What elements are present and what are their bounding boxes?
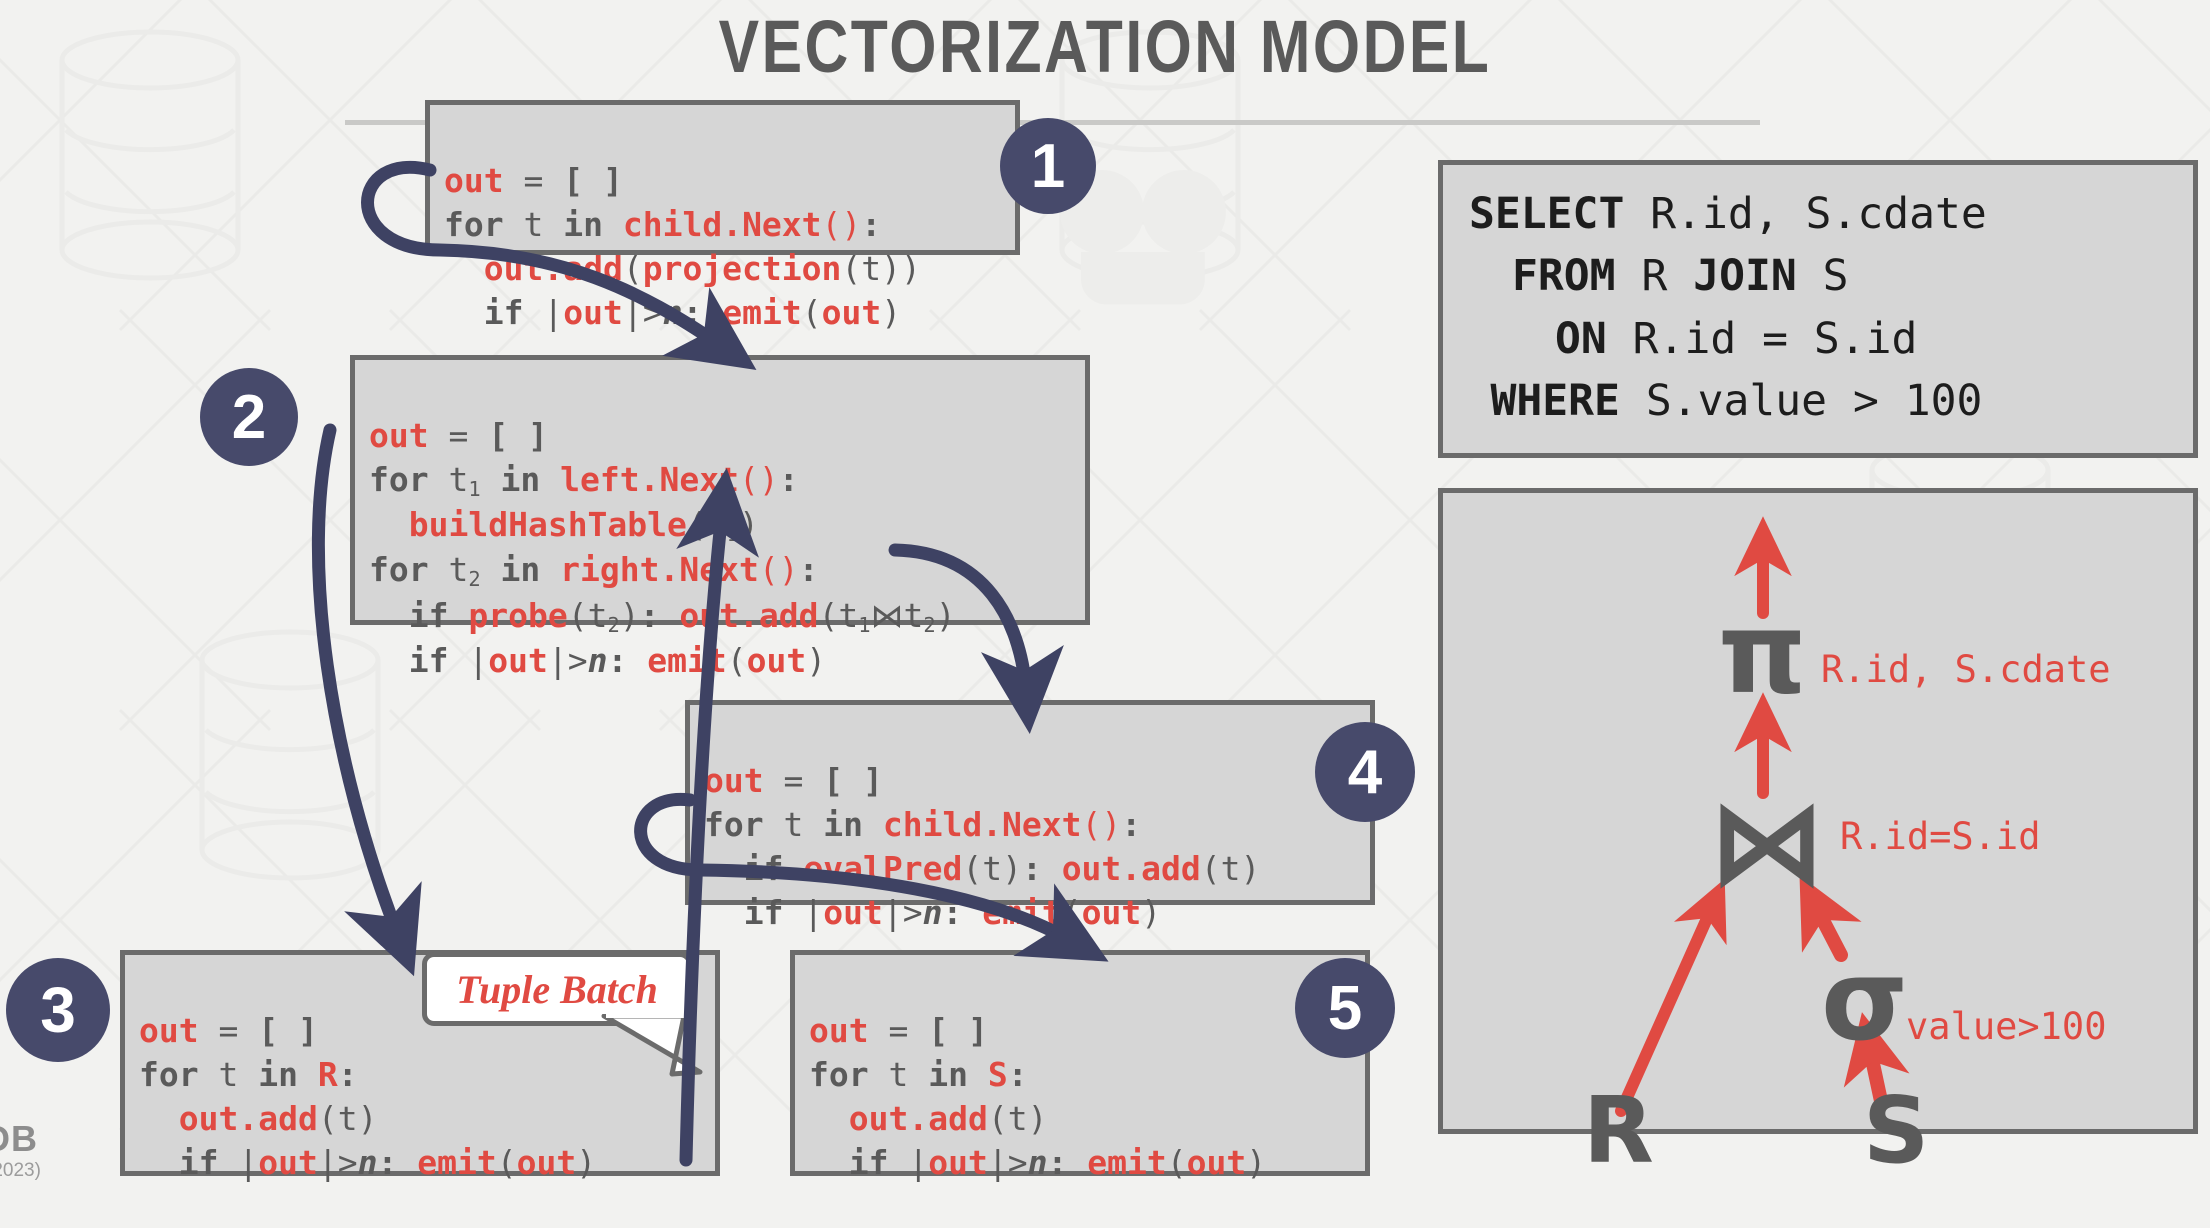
- join-operator-symbol: ⋈: [1708, 773, 1826, 911]
- sql-query-panel: SELECT R.id, S.cdate FROM R JOIN S ON R.…: [1438, 160, 2198, 458]
- tuple-batch-callout-tail: [601, 1014, 703, 1077]
- step-badge-1[interactable]: 1: [1000, 118, 1096, 214]
- code-block-filter: out = [ ] for t in child.Next(): if eval…: [685, 700, 1375, 932]
- logo-subtext: (2023): [0, 1160, 41, 1181]
- sql-line-where: WHERE S.value > 100: [1490, 376, 1983, 427]
- logo-text: DB: [0, 1118, 38, 1159]
- code-block-projection: out = [ ] for t in child.Next(): out.add…: [425, 100, 1020, 332]
- page-title: VECTORIZATION MODEL: [718, 5, 1492, 88]
- projection-operator-label: R.id, S.cdate: [1821, 648, 2111, 691]
- sql-line-select: SELECT R.id, S.cdate: [1469, 189, 1987, 239]
- sql-line-on: ON R.id = S.id: [1555, 313, 1918, 364]
- relation-r-symbol: R: [1583, 1077, 1654, 1184]
- tuple-batch-label: Tuple Batch: [456, 966, 658, 1012]
- relation-s-symbol: S: [1863, 1077, 1930, 1184]
- projection-operator-symbol: π: [1718, 589, 1807, 719]
- code-block-join: out = [ ] for t1 in left.Next(): buildHa…: [350, 355, 1090, 680]
- step-badge-3[interactable]: 3: [6, 958, 110, 1062]
- step-badge-4[interactable]: 4: [1315, 722, 1415, 822]
- select-operator-symbol: σ: [1821, 936, 1909, 1066]
- step-badge-5[interactable]: 5: [1295, 958, 1395, 1058]
- code-block-scan-s: out = [ ] for t in S: out.add(t) if |out…: [790, 950, 1370, 1182]
- sql-line-from: FROM R JOIN S: [1512, 251, 1849, 302]
- step-badge-2[interactable]: 2: [200, 368, 298, 466]
- join-operator-label: R.id=S.id: [1840, 815, 2041, 858]
- select-operator-label: value>100: [1906, 1005, 2107, 1048]
- query-plan-panel: π R.id, S.cdate ⋈ R.id=S.id σ value>100 …: [1438, 488, 2198, 1177]
